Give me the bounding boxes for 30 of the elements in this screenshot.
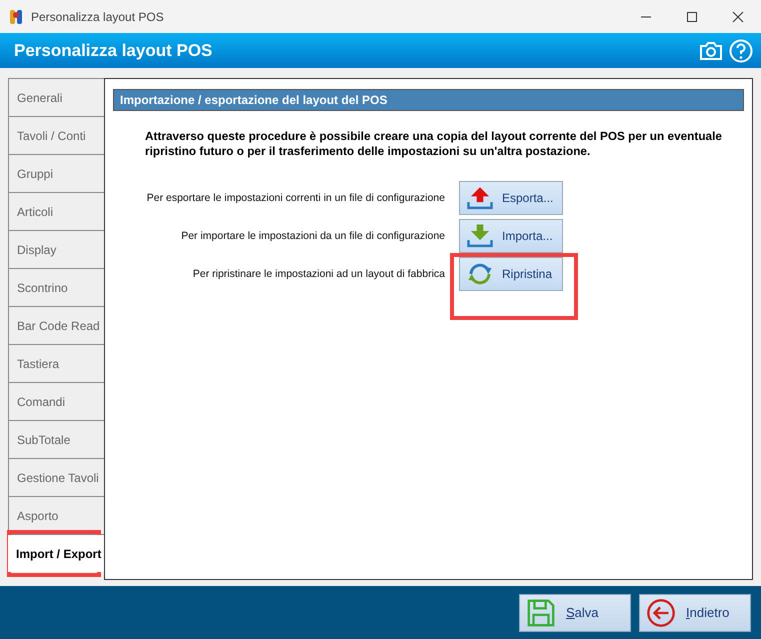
download-icon	[466, 223, 494, 249]
sidebar-tab[interactable]: Bar Code Read	[8, 307, 104, 345]
upload-icon	[466, 185, 494, 211]
action-description: Per esportare le impostazioni correnti in un file di configurazione	[146, 192, 445, 204]
header-title: Personalizza layout POS	[14, 40, 212, 60]
restore-button[interactable]: Ripristina	[459, 257, 563, 291]
sidebar-tab[interactable]: Comandi	[8, 383, 104, 421]
save-button[interactable]: Salva	[519, 594, 631, 632]
sidebar-tab[interactable]: SubTotale	[8, 421, 104, 459]
action-description: Per importare le impostazioni da un file di configurazione	[181, 230, 445, 242]
app-icon	[9, 8, 23, 24]
sidebar-tab[interactable]: Scontrino	[8, 269, 104, 307]
sidebar-tab[interactable]: Tastiera	[8, 345, 104, 383]
sidebar-tab[interactable]: Tavoli / Conti	[8, 117, 104, 155]
sidebar-tab[interactable]: Gestione Tavoli	[8, 459, 104, 497]
sidebar-tab[interactable]: Import / Export	[8, 535, 104, 572]
section-title: Importazione / esportazione del layout del POS	[113, 89, 744, 111]
help-icon[interactable]	[729, 38, 753, 62]
sidebar-tab[interactable]: Gruppi	[8, 155, 104, 193]
back-button[interactable]: Indietro	[639, 594, 751, 632]
intro-text: Attraverso queste procedure è possibile creare una copia del layout corrente del POS per un eventuale ripristino futuro o per il trasferimento delle impostazioni su un'altra postazione.	[145, 129, 723, 159]
export-button[interactable]: Esporta...	[459, 181, 563, 215]
refresh-icon	[466, 261, 494, 287]
window-title: Personalizza layout POS	[31, 10, 164, 24]
sidebar-tab[interactable]: Display	[8, 231, 104, 269]
sidebar-tab[interactable]: Articoli	[8, 193, 104, 231]
action-description: Per ripristinare le impostazioni ad un layout di fabbrica	[192, 268, 445, 280]
sidebar-tab[interactable]: Asporto	[8, 497, 104, 535]
import-button[interactable]: Importa...	[459, 219, 563, 253]
sidebar-tab[interactable]: Generali	[8, 78, 104, 117]
